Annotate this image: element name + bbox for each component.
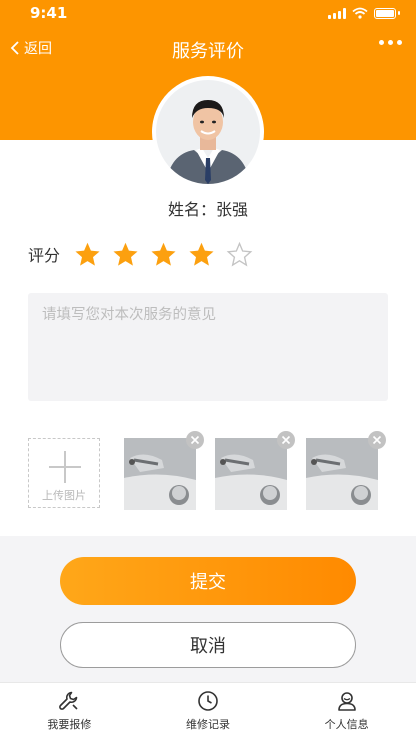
star-filled-icon — [112, 242, 138, 266]
more-dot-icon — [379, 40, 384, 45]
more-dot-icon — [388, 40, 393, 45]
star-2[interactable] — [106, 240, 144, 268]
close-icon — [372, 435, 382, 445]
submit-button[interactable]: 提交 — [60, 557, 356, 605]
star-filled-icon — [74, 242, 100, 266]
signal-icon — [328, 7, 346, 19]
tab-label: 我要报修 — [47, 718, 92, 731]
star-outline-icon — [226, 241, 252, 267]
photo-thumbnail-1[interactable] — [124, 431, 204, 510]
photo-thumbnail-3[interactable] — [306, 431, 386, 510]
remove-photo-button[interactable] — [277, 431, 295, 449]
cancel-button[interactable]: 取消 — [60, 622, 356, 668]
page-title: 服务评价 — [172, 41, 244, 62]
tab-label: 个人信息 — [324, 718, 369, 731]
technician-avatar — [152, 76, 264, 188]
tab-repair[interactable]: 我要报修 — [0, 683, 139, 736]
star-filled-icon — [188, 242, 214, 266]
close-icon — [190, 435, 200, 445]
battery-icon — [374, 7, 396, 19]
rating-row: 评分 — [28, 240, 258, 268]
plus-icon — [49, 451, 81, 483]
star-3[interactable] — [144, 240, 182, 268]
tab-profile[interactable]: 个人信息 — [277, 683, 416, 736]
star-1[interactable] — [68, 240, 106, 268]
faucet-photo — [306, 438, 378, 510]
clock-icon — [198, 691, 218, 711]
tab-label: 维修记录 — [186, 718, 230, 731]
wifi-icon — [352, 7, 368, 19]
tab-records[interactable]: 维修记录 — [139, 683, 278, 736]
star-5[interactable] — [220, 240, 258, 268]
technician-name: 姓名：张强 — [167, 200, 248, 219]
status-icons — [328, 7, 400, 19]
more-menu-button[interactable] — [379, 40, 402, 45]
more-dot-icon — [397, 40, 402, 45]
star-4[interactable] — [182, 240, 220, 268]
photo-thumbnail-2[interactable] — [215, 431, 295, 510]
status-bar: 9:41 — [0, 0, 416, 26]
person-icon — [337, 692, 356, 711]
rating-label: 评分 — [28, 246, 61, 265]
upload-label: 上传图片 — [42, 489, 86, 502]
close-icon — [281, 435, 291, 445]
tab-bar: 我要报修 维修记录 个人信息 — [0, 682, 416, 736]
faucet-photo — [215, 438, 287, 510]
upload-image-button[interactable]: 上传图片 — [28, 438, 100, 508]
remove-photo-button[interactable] — [368, 431, 386, 449]
battery-tip — [398, 11, 400, 15]
comment-input[interactable] — [28, 293, 388, 401]
faucet-photo — [124, 438, 196, 510]
technician-photo — [156, 80, 260, 184]
status-time: 9:41 — [30, 4, 68, 22]
remove-photo-button[interactable] — [186, 431, 204, 449]
star-filled-icon — [150, 242, 176, 266]
wrench-icon — [59, 691, 78, 710]
